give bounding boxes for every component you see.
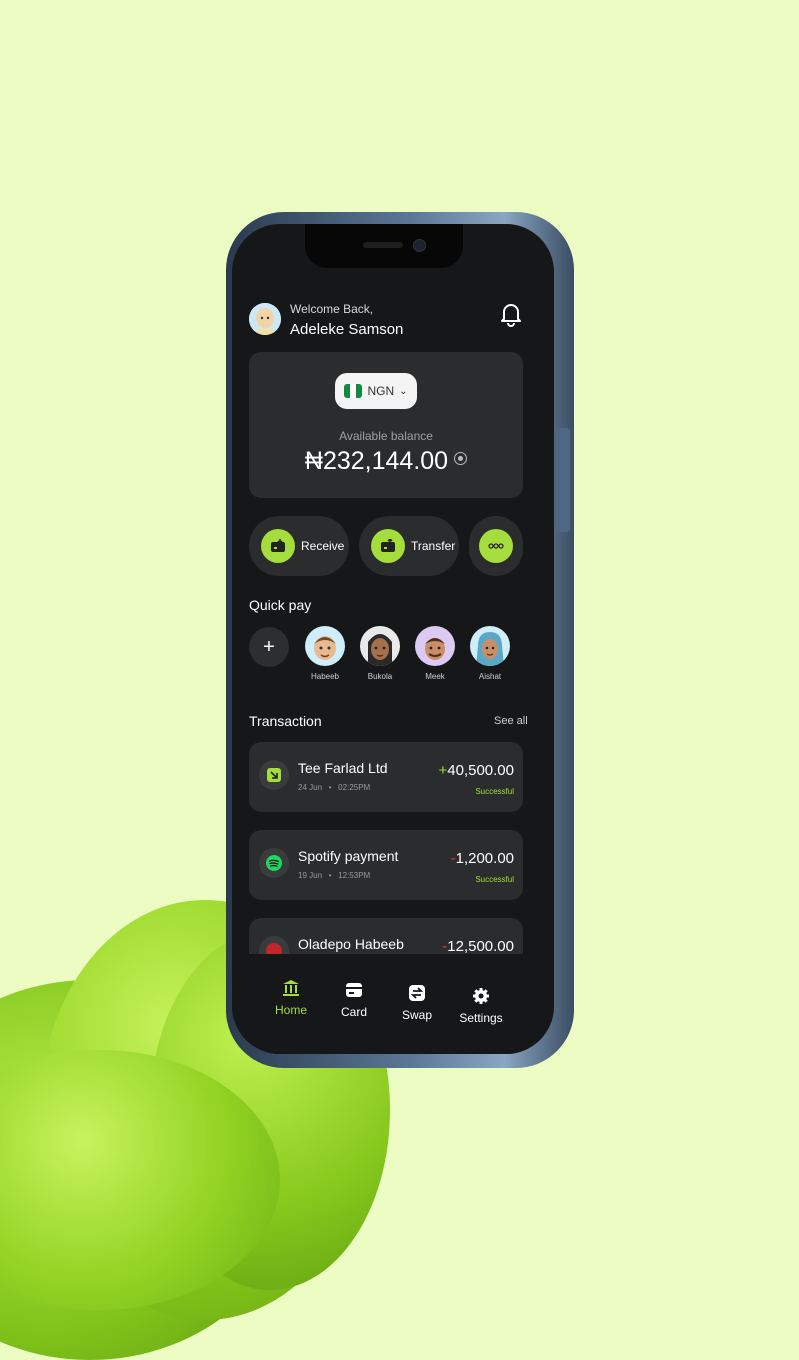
contact-avatar <box>415 626 455 666</box>
transaction-amount: -1,200.00 <box>450 850 514 867</box>
username: Adeleke Samson <box>290 321 404 338</box>
contact-avatar <box>360 626 400 666</box>
contact-avatar <box>470 626 510 666</box>
speaker <box>363 242 403 248</box>
transaction-amount: +40,500.00 <box>438 762 515 779</box>
quick-pay-title: Quick pay <box>249 597 312 613</box>
camera <box>413 239 426 252</box>
currency-selector[interactable]: NGN ⌄ <box>335 373 417 409</box>
bottom-nav: Home Card Swap Settings <box>232 954 554 1054</box>
chevron-down-icon: ⌄ <box>399 385 408 397</box>
contact-name: Meek <box>425 672 445 681</box>
balance-amount: ₦232,144.00 <box>304 447 449 475</box>
nav-settings[interactable]: Settings <box>451 987 511 1025</box>
contact-bukola[interactable]: Bukola <box>358 626 402 681</box>
transaction-amount: -12,500.00 <box>442 938 514 955</box>
more-icon <box>479 529 513 563</box>
nav-home[interactable]: Home <box>261 979 321 1017</box>
swap-icon <box>409 985 425 1001</box>
contact-meek[interactable]: Meek <box>413 626 457 681</box>
currency-code: NGN <box>367 384 395 398</box>
contact-habeeb[interactable]: Habeeb <box>303 626 347 681</box>
contact-name: Bukola <box>367 672 393 681</box>
transaction-status: Successful <box>475 875 514 884</box>
transfer-icon <box>371 529 405 563</box>
transaction-row[interactable]: Spotify payment 19 Jun • 12:53PM -1,200.… <box>249 830 523 900</box>
transaction-title: Tee Farlad Ltd <box>298 760 388 776</box>
nigeria-flag-icon <box>344 384 363 398</box>
receive-arrow-icon <box>259 760 289 790</box>
add-contact-button[interactable]: + <box>249 627 289 667</box>
transfer-button[interactable]: Transfer <box>359 516 459 576</box>
nav-card-label: Card <box>340 1005 367 1019</box>
transaction-status: Successful <box>475 787 514 796</box>
eye-icon[interactable] <box>454 452 468 465</box>
side-button <box>556 428 570 532</box>
transaction-date: 24 Jun • 02:25PM <box>298 783 371 792</box>
see-all-link[interactable]: See all <box>494 715 528 727</box>
card-icon <box>346 983 362 997</box>
transaction-title: Transaction <box>249 713 322 729</box>
contact-name: Aishat <box>478 672 502 681</box>
contact-name: Habeeb <box>310 672 340 681</box>
nav-swap-label: Swap <box>401 1008 433 1022</box>
transaction-date: 19 Jun • 12:53PM <box>298 871 371 880</box>
transaction-row[interactable]: Tee Farlad Ltd 24 Jun • 02:25PM +40,500.… <box>249 742 523 812</box>
more-button[interactable] <box>469 516 523 576</box>
contact-avatar <box>305 626 345 666</box>
transaction-title: Oladepo Habeeb <box>298 936 404 952</box>
bank-icon <box>283 980 299 996</box>
balance-card: NGN ⌄ Available balance ₦232,144.00 <box>249 352 523 498</box>
nav-card[interactable]: Card <box>324 981 384 1019</box>
phone-screen: Welcome Back, Adeleke Samson NGN ⌄ Avail… <box>232 224 554 1054</box>
nav-swap[interactable]: Swap <box>387 984 447 1022</box>
notch <box>305 224 463 268</box>
welcome-text: Welcome Back, <box>290 302 374 316</box>
user-avatar[interactable] <box>249 303 281 335</box>
nav-home-label: Home <box>274 1003 307 1017</box>
spotify-icon <box>259 848 289 878</box>
gear-icon <box>473 988 489 1004</box>
balance-label: Available balance <box>339 429 433 443</box>
transfer-label: Transfer <box>411 539 456 553</box>
receive-icon <box>261 529 295 563</box>
transaction-title: Spotify payment <box>298 848 399 864</box>
receive-label: Receive <box>301 539 345 553</box>
receive-button[interactable]: Receive <box>249 516 349 576</box>
nav-settings-label: Settings <box>459 1011 503 1025</box>
bell-icon[interactable] <box>500 301 522 327</box>
contact-aishat[interactable]: Aishat <box>468 626 512 681</box>
